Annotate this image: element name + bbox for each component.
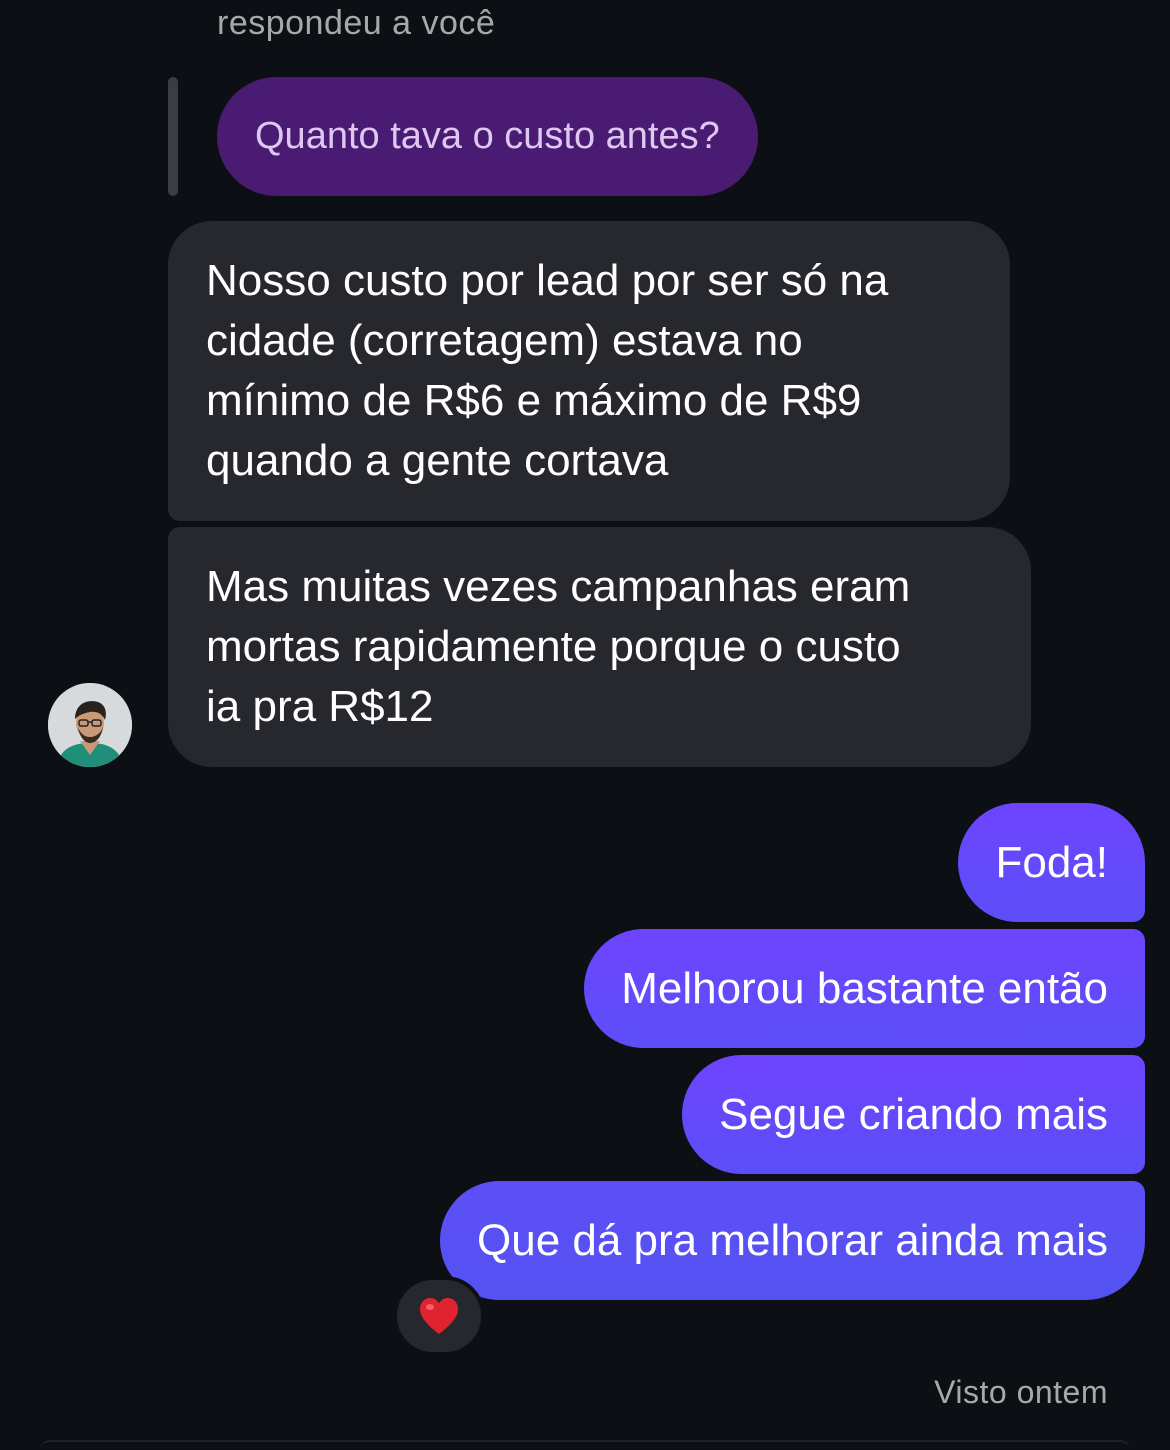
outgoing-message-bubble[interactable]: Que dá pra melhorar ainda mais	[440, 1181, 1145, 1300]
composer-edge	[40, 1440, 1130, 1450]
sender-avatar[interactable]	[48, 683, 132, 767]
avatar-photo-icon	[48, 683, 132, 767]
message-text: Foda!	[995, 837, 1108, 887]
reaction-badge[interactable]	[393, 1276, 485, 1356]
heart-icon	[420, 1298, 458, 1334]
incoming-message-bubble[interactable]: Nosso custo por lead por ser só na cidad…	[168, 221, 1010, 521]
reply-context-label: respondeu a você	[217, 4, 496, 42]
outgoing-message-bubble[interactable]: Foda!	[958, 803, 1145, 922]
outgoing-message-bubble[interactable]: Melhorou bastante então	[584, 929, 1145, 1048]
message-line: cidade (corretagem) estava no	[206, 316, 803, 365]
message-line: quando a gente cortava	[206, 436, 669, 485]
message-line: Mas muitas vezes campanhas eram	[206, 562, 911, 611]
message-text: Que dá pra melhorar ainda mais	[477, 1215, 1108, 1265]
message-text: Melhorou bastante então	[621, 963, 1108, 1013]
outgoing-message-bubble[interactable]: Segue criando mais	[682, 1055, 1145, 1174]
message-text: Segue criando mais	[719, 1089, 1108, 1139]
reply-quote-bar	[168, 77, 178, 196]
seen-status: Visto ontem	[934, 1374, 1108, 1410]
message-line: ia pra R$12	[206, 682, 434, 731]
message-line: Nosso custo por lead por ser só na	[206, 256, 889, 305]
incoming-message-bubble[interactable]: Mas muitas vezes campanhas eram mortas r…	[168, 527, 1031, 767]
message-line: mínimo de R$6 e máximo de R$9	[206, 376, 862, 425]
quoted-message-text: Quanto tava o custo antes?	[255, 115, 720, 157]
quoted-message-bubble[interactable]: Quanto tava o custo antes?	[217, 77, 758, 196]
message-line: mortas rapidamente porque o custo	[206, 622, 901, 671]
